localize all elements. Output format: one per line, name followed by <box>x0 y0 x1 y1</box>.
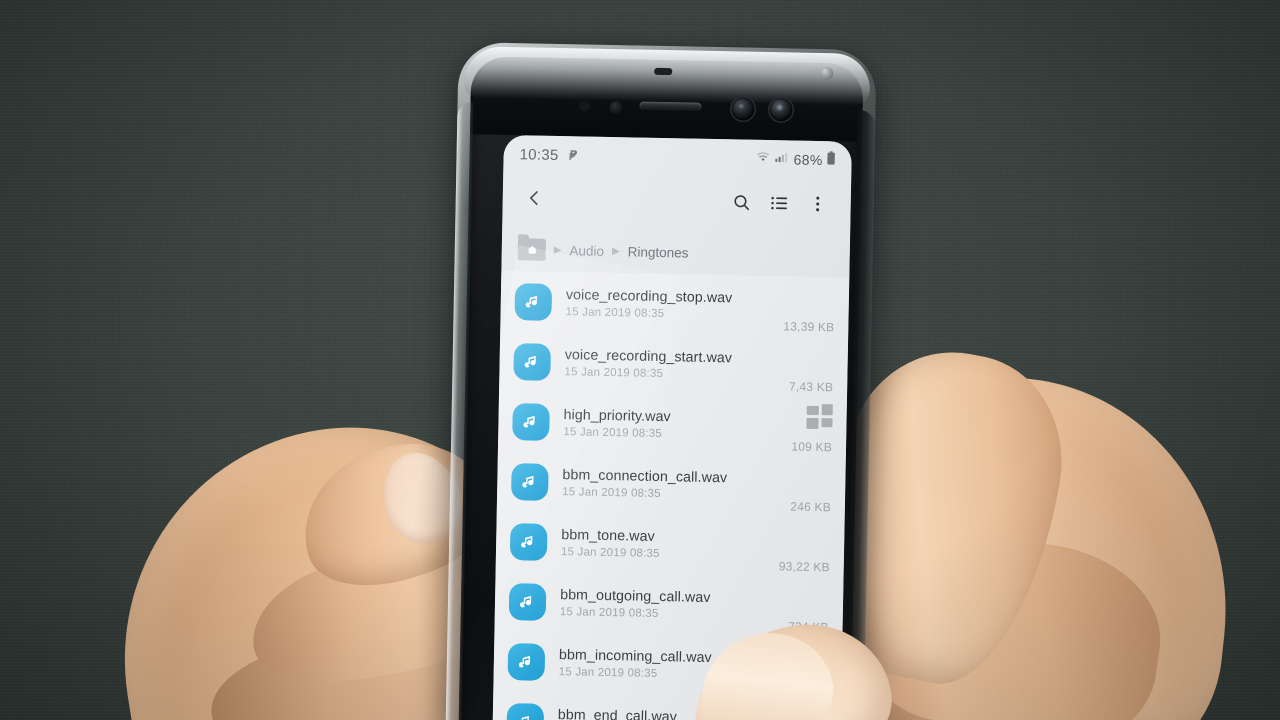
file-date: 15 Jan 2019 08:35 <box>564 365 664 380</box>
file-date: 15 Jan 2019 08:35 <box>558 665 658 680</box>
cellular-signal-icon <box>774 151 788 167</box>
file-size: 93,22 KB <box>778 559 830 575</box>
file-item-meta: voice_recording_stop.wav 15 Jan 2019 08:3… <box>565 287 770 322</box>
file-list-item[interactable]: voice_recording_stop.wav 15 Jan 2019 08:3… <box>500 271 849 338</box>
breadcrumb-separator: ▶ <box>611 245 620 257</box>
overflow-menu-button[interactable] <box>798 187 837 226</box>
file-date: 15 Jan 2019 08:35 <box>562 485 661 500</box>
file-list-item[interactable]: voice_recording_start.wav 15 Jan 2019 08:… <box>499 331 848 398</box>
file-size: 7,43 KB <box>788 379 834 395</box>
breadcrumb-item-audio[interactable]: Audio <box>569 243 604 259</box>
file-item-meta: bbm_incoming_call.wav 15 Jan 2019 08:35 <box>559 647 775 682</box>
chevron-left-icon <box>523 187 544 213</box>
music-note-icon <box>512 402 550 441</box>
app-toolbar <box>502 172 852 234</box>
file-name: voice_recording_start.wav <box>564 346 733 366</box>
file-list-item[interactable]: high_priority.wav 15 Jan 2019 08:35 109 KB <box>498 391 847 458</box>
file-item-meta: high_priority.wav 15 Jan 2019 08:35 <box>563 407 778 442</box>
file-size: 13,39 KB <box>783 319 835 335</box>
paypal-icon <box>567 148 580 163</box>
wifi-icon <box>755 151 770 167</box>
file-name: bbm_incoming_call.wav <box>558 646 712 666</box>
music-note-icon <box>506 702 545 720</box>
music-note-icon <box>509 522 548 561</box>
file-size: 115 KB <box>787 679 828 695</box>
file-list-item[interactable]: bbm_tone.wav 15 Jan 2019 08:35 93,22 KB <box>496 511 845 578</box>
status-bar-left: 10:35 <box>519 146 579 164</box>
file-size: 734 KB <box>787 619 829 635</box>
music-note-icon <box>508 582 547 621</box>
home-folder-icon[interactable] <box>517 238 546 261</box>
file-date: 15 Jan 2019 08:35 <box>559 605 659 620</box>
battery-icon <box>826 151 835 169</box>
case-top-highlight <box>463 46 871 106</box>
file-list-item[interactable]: bbm_incoming_call.wav 15 Jan 2019 08:35 11… <box>493 631 842 698</box>
breadcrumb[interactable]: ▶ Audio ▶ Ringtones <box>501 226 851 278</box>
phone-screen[interactable]: 10:35 68% ▶ Audio ▶ Ringtones voice_reco… <box>492 134 852 720</box>
search-button[interactable] <box>722 185 761 224</box>
battery-percentage: 68% <box>793 151 823 169</box>
smartphone: 10:35 68% ▶ Audio ▶ Ringtones voice_reco… <box>445 42 877 720</box>
file-name: bbm_connection_call.wav <box>562 466 728 486</box>
search-icon <box>731 192 751 217</box>
file-date: 15 Jan 2019 08:35 <box>565 305 665 320</box>
file-name: bbm_outgoing_call.wav <box>560 586 711 606</box>
status-bar-right: 68% <box>755 150 835 170</box>
file-list-item[interactable]: bbm_connection_call.wav 15 Jan 2019 08:35… <box>497 451 846 518</box>
file-name: bbm_tone.wav <box>561 526 655 545</box>
breadcrumb-separator: ▶ <box>553 244 562 256</box>
back-button[interactable] <box>516 183 551 218</box>
file-item-meta: voice_recording_start.wav 15 Jan 2019 08:… <box>564 347 775 382</box>
breadcrumb-item-ringtones[interactable]: Ringtones <box>628 244 689 260</box>
more-vertical-icon <box>807 193 827 218</box>
view-mode-button[interactable] <box>760 186 799 225</box>
four-squares-watermark-icon <box>806 403 833 429</box>
file-item-meta: bbm_end_call.wav15 Jan 2019 08:35 <box>557 707 813 720</box>
status-bar: 10:35 68% <box>503 134 852 180</box>
status-bar-clock: 10:35 <box>519 145 559 164</box>
file-date: 15 Jan 2019 08:35 <box>560 545 660 560</box>
file-item-meta: bbm_tone.wav 15 Jan 2019 08:35 <box>561 527 766 562</box>
list-view-icon <box>769 193 789 218</box>
earpiece-speaker <box>639 101 702 111</box>
file-item-meta: bbm_connection_call.wav 15 Jan 2019 08:35 <box>562 467 777 502</box>
file-name: high_priority.wav <box>563 406 671 425</box>
music-note-icon <box>510 462 549 501</box>
file-size: 109 KB <box>791 439 833 455</box>
file-name: bbm_end_call.wav <box>557 706 678 720</box>
music-note-icon <box>514 282 553 321</box>
file-name: voice_recording_stop.wav <box>565 286 733 306</box>
case-notch <box>654 67 673 76</box>
music-note-icon <box>513 342 551 381</box>
file-item-meta: bbm_outgoing_call.wav 15 Jan 2019 08:35 <box>560 587 775 622</box>
file-date: 15 Jan 2019 08:35 <box>563 425 663 440</box>
file-list[interactable]: voice_recording_stop.wav 15 Jan 2019 08:3… <box>492 270 850 720</box>
music-note-icon <box>507 642 546 681</box>
scene: 10:35 68% ▶ Audio ▶ Ringtones voice_reco… <box>0 0 1280 720</box>
file-list-item[interactable]: bbm_outgoing_call.wav 15 Jan 2019 08:35 73… <box>494 571 843 638</box>
file-size: 246 KB <box>790 499 832 515</box>
